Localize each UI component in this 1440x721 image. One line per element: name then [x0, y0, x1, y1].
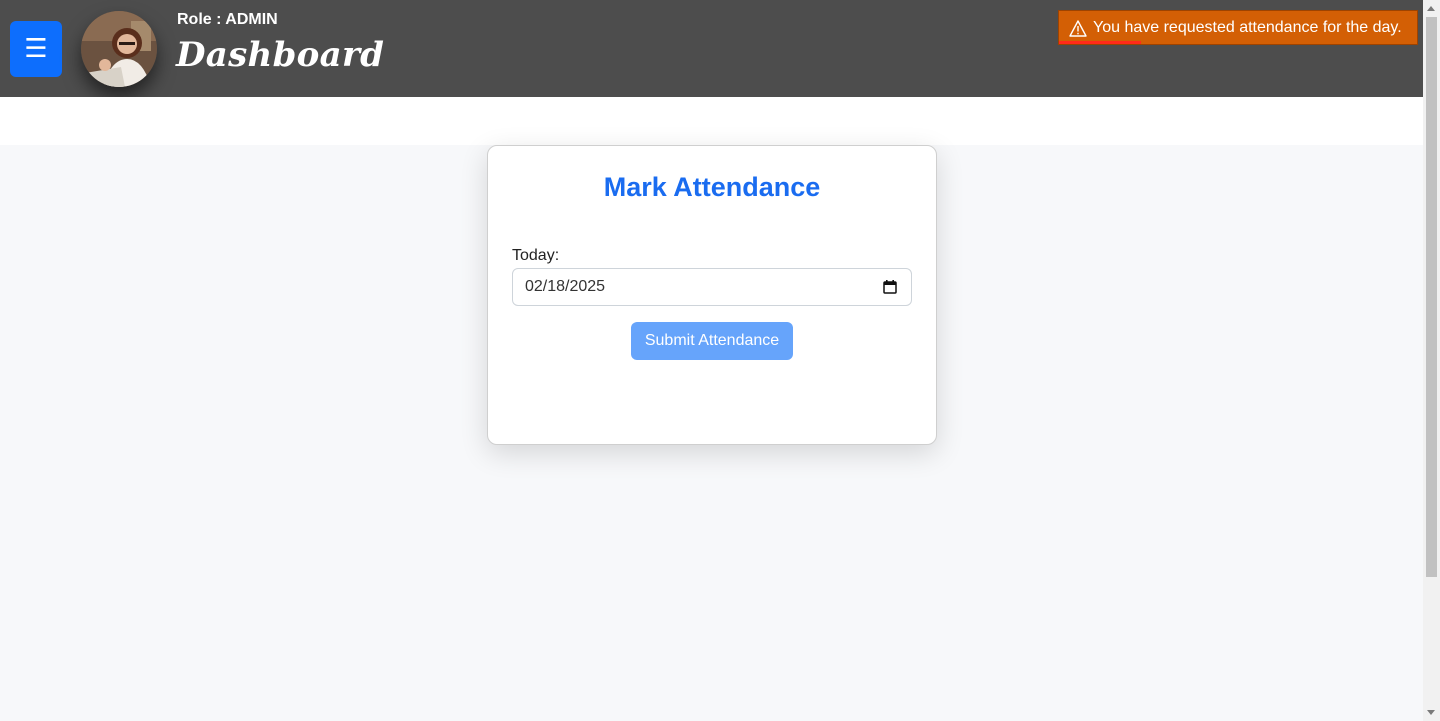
warning-icon: [1069, 20, 1087, 37]
avatar-photo: [81, 11, 157, 87]
scroll-down-arrow-icon[interactable]: [1427, 710, 1435, 715]
calendar-icon[interactable]: [883, 280, 897, 294]
date-input[interactable]: 02/18/2025: [512, 268, 912, 306]
scroll-up-arrow-icon[interactable]: [1427, 6, 1435, 11]
vertical-scrollbar[interactable]: [1423, 0, 1440, 721]
hamburger-icon: ☰: [24, 34, 48, 64]
page-title: Dashboard: [176, 35, 385, 75]
submit-attendance-button[interactable]: Submit Attendance: [631, 322, 793, 360]
date-value: 02/18/2025: [525, 278, 606, 295]
menu-toggle-button[interactable]: ☰: [10, 21, 62, 77]
scrollbar-thumb[interactable]: [1426, 17, 1437, 577]
role-label: Role : ADMIN: [177, 11, 278, 28]
content-top-band: [0, 97, 1423, 145]
attendance-title: Mark Attendance: [603, 172, 821, 202]
attendance-card: Mark Attendance Today: 02/18/2025 Submit…: [487, 145, 937, 445]
toast-progress-bar: [1059, 41, 1142, 44]
date-label: Today:: [512, 247, 560, 264]
top-header: ☰ Role : ADMIN Dashboard You have reques…: [0, 0, 1423, 97]
user-avatar[interactable]: [81, 11, 157, 87]
toast-message: You have requested attendance for the da…: [1093, 19, 1402, 36]
warning-toast[interactable]: You have requested attendance for the da…: [1058, 10, 1418, 45]
